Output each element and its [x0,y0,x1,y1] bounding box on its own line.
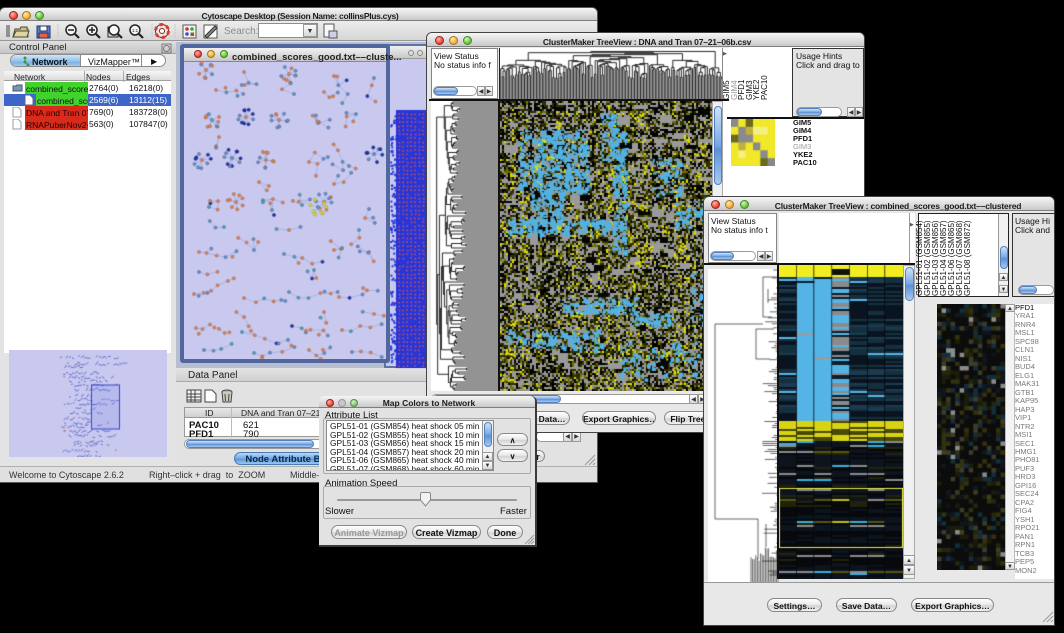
svg-text:1:1: 1:1 [132,28,139,33]
